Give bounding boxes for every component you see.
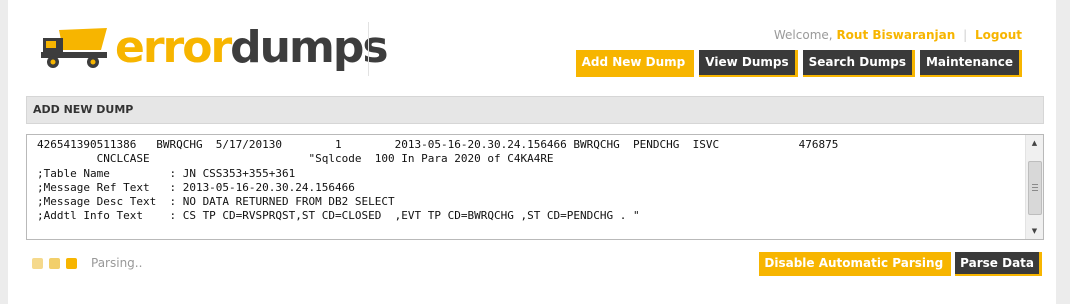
scroll-up-arrow-icon[interactable]: ▲ [1026, 135, 1043, 151]
errordumps-logo[interactable]: errordumps [41, 20, 389, 76]
parsing-status: Parsing.. [32, 256, 142, 270]
nav-maintenance[interactable]: Maintenance [919, 50, 1022, 77]
action-buttons: Disable Automatic Parsing Parse Data [759, 252, 1042, 276]
user-name-link[interactable]: Rout Biswaranjan [836, 28, 955, 42]
loading-dot-icon [66, 257, 77, 269]
page: errordumps Welcome, Rout Biswaranjan | L… [8, 0, 1056, 304]
grip-line [1032, 184, 1038, 185]
textarea-scrollbar[interactable]: ▲ ▼ [1025, 135, 1043, 239]
scrollbar-thumb[interactable] [1028, 161, 1042, 215]
status-text: Parsing.. [91, 256, 143, 270]
dump-line: ;Table Name : JN CSS353+355+361 [37, 166, 296, 180]
welcome-bar: Welcome, Rout Biswaranjan | Logout [774, 28, 1022, 42]
dump-line: CNCLCASE "Sqlcode 100 In Para 2020 of C4… [37, 152, 554, 166]
disable-automatic-parsing-button[interactable]: Disable Automatic Parsing [759, 252, 952, 276]
logo-text-part1: error [115, 22, 232, 73]
scroll-down-arrow-icon[interactable]: ▼ [1026, 223, 1043, 239]
dump-line: ;Message Desc Text : NO DATA RETURNED FR… [37, 195, 395, 209]
loading-dot-icon [32, 257, 43, 269]
logo-text-part2: dumps [230, 22, 388, 73]
dump-line: ;Message Ref Text : 2013-05-16-20.30.24.… [37, 180, 355, 194]
dump-truck-icon [41, 28, 107, 68]
logo-divider [368, 22, 369, 76]
welcome-separator: | [963, 28, 968, 42]
section-title: ADD NEW DUMP [33, 103, 134, 116]
main-nav: Add New Dump View Dumps Search Dumps Mai… [575, 50, 1022, 77]
dump-line: 426541390511386 BWRQCHG 5/17/20130 1 201… [37, 138, 839, 151]
nav-search-dumps[interactable]: Search Dumps [802, 50, 915, 77]
grip-line [1032, 190, 1038, 191]
logo-text: errordumps [115, 20, 389, 76]
dump-text-content: 426541390511386 BWRQCHG 5/17/20130 1 201… [37, 138, 838, 224]
welcome-prefix: Welcome, [773, 28, 833, 42]
grip-line [1032, 187, 1038, 188]
section-header: ADD NEW DUMP [26, 96, 1044, 124]
dump-textarea[interactable]: 426541390511386 BWRQCHG 5/17/20130 1 201… [26, 134, 1044, 240]
nav-add-new-dump[interactable]: Add New Dump [575, 50, 695, 77]
loading-dot-icon [49, 257, 60, 269]
nav-view-dumps[interactable]: View Dumps [699, 50, 798, 77]
parse-data-button[interactable]: Parse Data [955, 252, 1042, 276]
dump-line: ;Addtl Info Text : CS TP CD=RVSPRQST,ST … [37, 209, 640, 223]
logout-link[interactable]: Logout [975, 28, 1022, 42]
